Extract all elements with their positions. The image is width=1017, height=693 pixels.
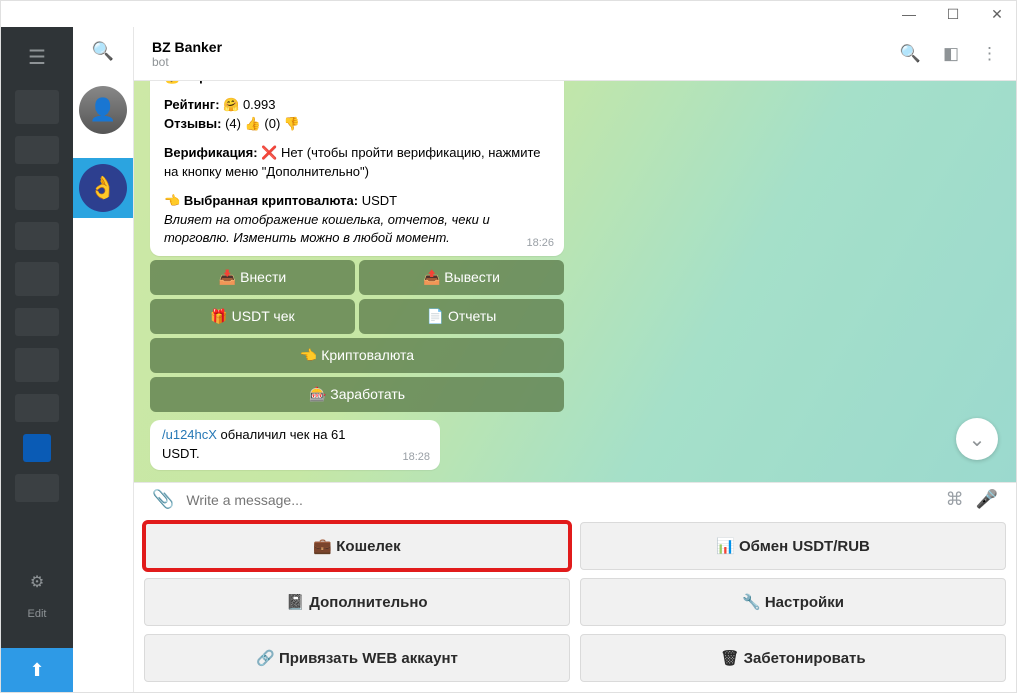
settings-icon[interactable]: ⚙: [30, 572, 44, 592]
rail-item[interactable]: [15, 348, 59, 382]
rail-item[interactable]: [15, 394, 59, 422]
sidepanel-icon[interactable]: ◧: [943, 44, 959, 64]
inline-keyboard: 📥 Внести 📤 Вывести 🎁 USDT чек 📄 Отчеты 👈…: [150, 260, 564, 412]
rk-linkweb[interactable]: 🔗 Привязать WEB аккаунт: [144, 634, 570, 682]
rail-item[interactable]: [15, 262, 59, 296]
window-minimize[interactable]: —: [896, 6, 922, 22]
attach-icon[interactable]: 📎: [152, 489, 174, 510]
avatar: 👤: [79, 86, 127, 134]
bot-message: /u124hcX обналичил чек на 61 USDT. 18:28: [150, 420, 440, 470]
chat-subtitle: bot: [152, 55, 222, 69]
voice-icon[interactable]: 🎤: [976, 489, 998, 510]
botcommands-icon[interactable]: ⌘: [946, 489, 964, 510]
kb-crypto[interactable]: 👈 Криптовалюта: [150, 338, 564, 373]
rail-item[interactable]: [15, 90, 59, 124]
rk-settings[interactable]: 🔧 Настройки: [580, 578, 1006, 626]
rail-item[interactable]: [15, 176, 59, 210]
rail-item[interactable]: [15, 222, 59, 250]
scroll-indicator[interactable]: ⬆: [1, 648, 73, 692]
kb-cheque[interactable]: 🎁 USDT чек: [150, 299, 355, 334]
message-timestamp: 18:28: [402, 450, 430, 466]
kb-deposit[interactable]: 📥 Внести: [150, 260, 355, 295]
messages-area[interactable]: 👥 Приглашено: 0 пользователей 💰 Заработа…: [134, 81, 1016, 482]
rk-exchange[interactable]: 📊 Обмен USDT/RUB: [580, 522, 1006, 570]
rail-item[interactable]: [15, 474, 59, 502]
bot-message: 👥 Приглашено: 0 пользователей 💰 Заработа…: [150, 81, 564, 256]
menu-icon[interactable]: ☰: [28, 45, 46, 70]
rk-more[interactable]: 📓 Дополнительно: [144, 578, 570, 626]
chat-title[interactable]: BZ Banker: [152, 39, 222, 55]
message-input[interactable]: [186, 492, 933, 508]
chat-list-item-selected[interactable]: 👌: [73, 158, 133, 218]
user-link[interactable]: /u124hcX: [162, 427, 217, 442]
search-icon[interactable]: 🔍: [92, 41, 114, 62]
rail-item-active[interactable]: [23, 434, 51, 462]
edit-label[interactable]: Edit: [28, 608, 47, 620]
rail-item[interactable]: [15, 136, 59, 164]
kb-reports[interactable]: 📄 Отчеты: [359, 299, 564, 334]
kb-withdraw[interactable]: 📤 Вывести: [359, 260, 564, 295]
compose-area: 📎 ⌘ 🎤 💼 Кошелек 📊 Обмен USDT/RUB 📓 Допол…: [134, 482, 1016, 692]
rk-wallet[interactable]: 💼 Кошелек: [144, 522, 570, 570]
rk-concrete[interactable]: 🗑 Забетонировать: [580, 634, 1006, 682]
more-icon[interactable]: ⋮: [981, 44, 998, 64]
rail-item[interactable]: [15, 308, 59, 336]
window-titlebar: — ☐ ✕: [1, 1, 1016, 27]
search-icon[interactable]: 🔍: [900, 44, 921, 64]
chat-list-item[interactable]: 👤: [73, 80, 133, 140]
chat-header: BZ Banker bot 🔍 ◧ ⋮: [134, 27, 1016, 81]
message-timestamp: 18:26: [526, 236, 554, 252]
accounts-rail: ☰ ⚙ Edit ⬆: [1, 27, 73, 692]
avatar: 👌: [79, 164, 127, 212]
chat-list-column: 🔍 👤 👌: [73, 27, 133, 692]
window-close[interactable]: ✕: [984, 6, 1010, 23]
reply-keyboard: 💼 Кошелек 📊 Обмен USDT/RUB 📓 Дополнитель…: [134, 516, 1016, 692]
window-maximize[interactable]: ☐: [940, 6, 966, 23]
scroll-to-bottom[interactable]: ⌄: [956, 418, 998, 460]
kb-earn[interactable]: 🎰 Заработать: [150, 377, 564, 412]
